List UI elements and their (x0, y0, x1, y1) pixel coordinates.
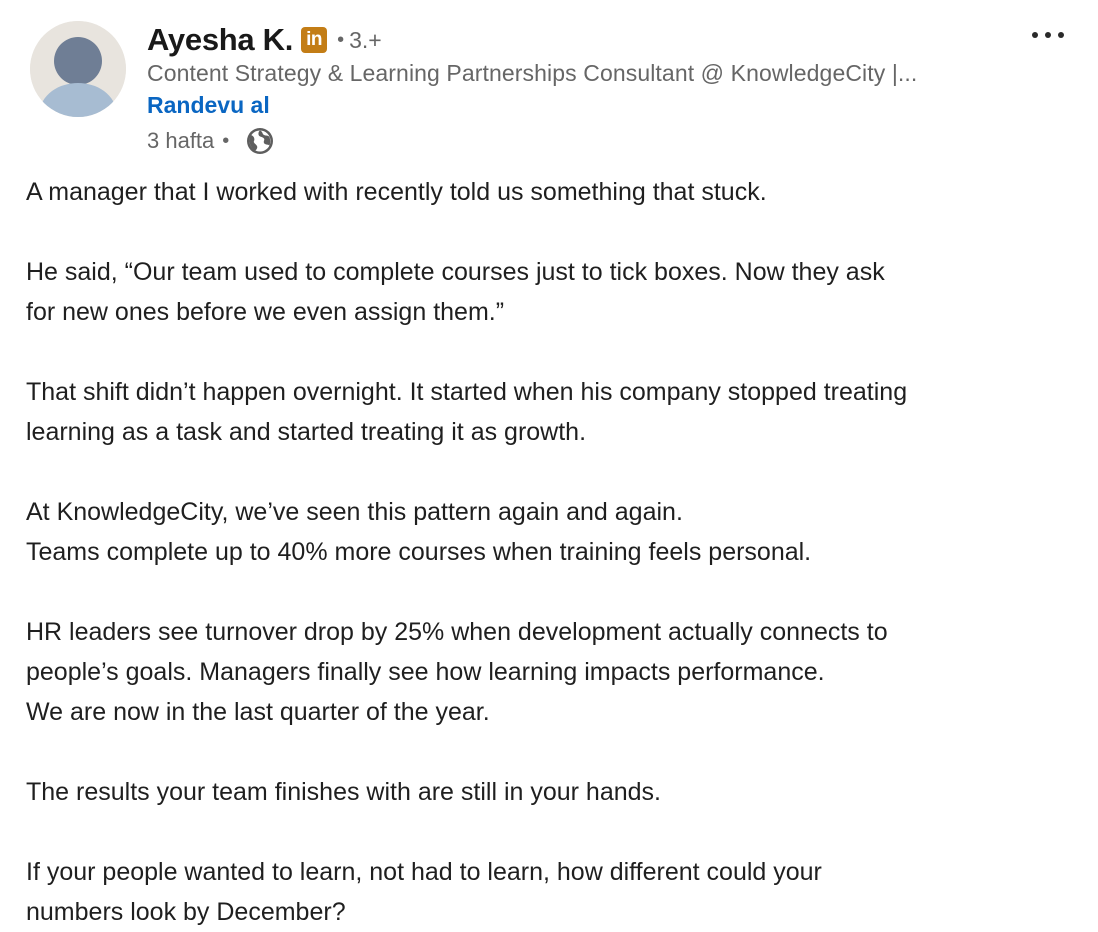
post-time-ago[interactable]: 3 hafta (147, 128, 214, 154)
post-text-line: We are now in the last quarter of the ye… (26, 698, 490, 726)
post-meta: 3 hafta • (147, 125, 275, 157)
person-silhouette-icon (30, 21, 126, 117)
post-text-line: people’s goals. Managers finally see how… (26, 658, 825, 686)
post-text-line: learning as a task and started treating … (26, 418, 587, 446)
more-horizontal-icon (1032, 32, 1064, 38)
globe-icon (245, 126, 275, 156)
connection-degree: 3.+ (349, 26, 382, 53)
post-text-line: Teams complete up to 40% more courses wh… (26, 538, 812, 566)
post-text-line: A manager that I worked with recently to… (26, 178, 767, 206)
author-headline[interactable]: Content Strategy & Learning Partnerships… (147, 60, 917, 87)
feed-post: Ayesha K. in • 3.+ Content Strategy & Le… (0, 0, 1098, 932)
author-avatar[interactable] (30, 21, 126, 117)
post-text-line: numbers look by December? (26, 898, 346, 926)
post-text-line: At KnowledgeCity, we’ve seen this patter… (26, 498, 683, 526)
post-text-line: He said, “Our team used to complete cour… (26, 258, 885, 286)
post-text-line: HR leaders see turnover drop by 25% when… (26, 618, 888, 646)
separator-dot: • (222, 129, 230, 152)
post-text-line: The results your team finishes with are … (26, 778, 661, 806)
post-body: A manager that I worked with recently to… (26, 172, 1086, 932)
author-line: Ayesha K. in • 3.+ (147, 20, 382, 60)
more-options-button[interactable] (1024, 18, 1072, 52)
separator-dot: • (337, 28, 345, 51)
post-text-line: That shift didn’t happen overnight. It s… (26, 378, 908, 406)
post-text-line: If your people wanted to learn, not had … (26, 858, 822, 886)
author-name[interactable]: Ayesha K. (147, 22, 293, 58)
post-text-line: for new ones before we even assign them.… (26, 298, 505, 326)
linkedin-premium-badge-icon: in (301, 27, 328, 53)
book-appointment-link[interactable]: Randevu al (147, 92, 270, 119)
